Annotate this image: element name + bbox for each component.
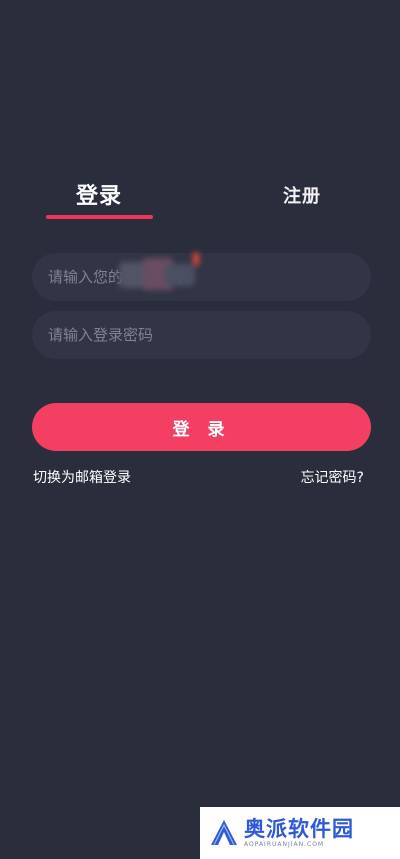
tab-login[interactable]: 登录 <box>76 178 122 210</box>
watermark: 奥派软件园 AOPAIRUANJIAN.COM <box>200 807 400 859</box>
aopai-logo-icon <box>211 820 237 846</box>
watermark-subtitle: AOPAIRUANJIAN.COM <box>244 841 325 848</box>
forgot-password-link[interactable]: 忘记密码? <box>301 467 364 487</box>
password-field[interactable] <box>32 311 371 359</box>
switch-to-email-link[interactable]: 切换为邮箱登录 <box>33 467 131 487</box>
login-screen: 登录 注册 登 录 切换为邮箱登录 忘记密码? 奥派软件园 AOPAIRUANJ… <box>0 0 400 859</box>
tab-register[interactable]: 注册 <box>283 182 321 208</box>
phone-input[interactable] <box>48 253 371 301</box>
phone-field[interactable] <box>32 253 371 301</box>
active-tab-indicator <box>46 215 153 219</box>
password-input[interactable] <box>48 311 371 359</box>
watermark-text: 奥派软件园 AOPAIRUANJIAN.COM <box>244 817 354 849</box>
login-tabs: 登录 注册 <box>0 170 400 226</box>
watermark-name: 奥派软件园 <box>244 817 354 841</box>
login-button[interactable]: 登 录 <box>32 403 371 451</box>
